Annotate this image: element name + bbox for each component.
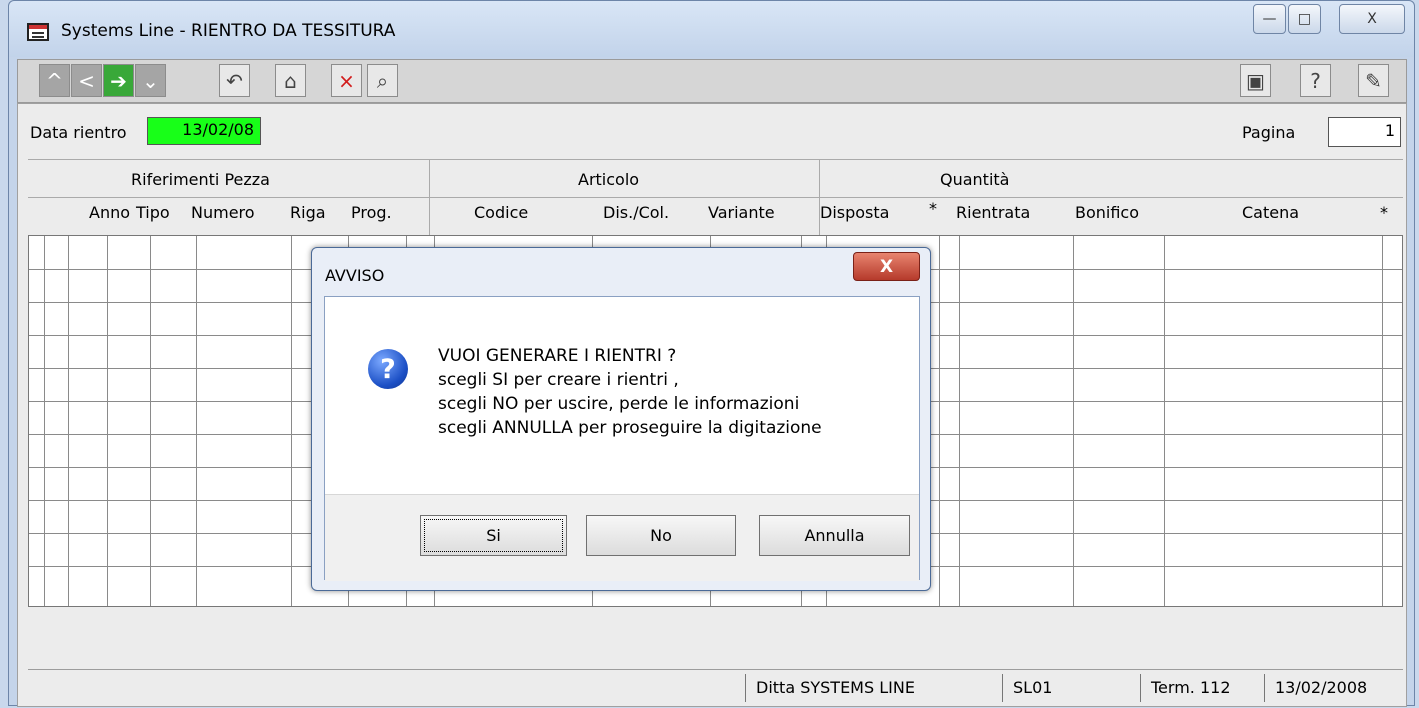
window-title: Systems Line - RIENTRO DA TESSITURA	[61, 21, 396, 41]
copy-icon[interactable]: ▣	[1240, 64, 1271, 97]
status-company: Ditta SYSTEMS LINE	[745, 674, 1002, 702]
next-record-button[interactable]: ➔	[103, 64, 134, 97]
column-riga: Riga	[290, 203, 326, 222]
status-terminal: Term. 112	[1140, 674, 1261, 702]
main-window: Systems Line - RIENTRO DA TESSITURA — □ …	[8, 0, 1415, 707]
app-window-icon	[27, 23, 49, 41]
group-riferimenti: Riferimenti Pezza	[131, 170, 270, 189]
question-icon: ?	[368, 349, 408, 389]
dialog-title: AVVISO	[325, 266, 385, 285]
column-anno: Anno	[89, 203, 131, 222]
column-catena: Catena	[1242, 203, 1300, 222]
column-disposta: Disposta	[820, 203, 890, 222]
column-codice: Codice	[474, 203, 529, 222]
first-record-button[interactable]: ^	[39, 64, 70, 97]
column-numero: Numero	[191, 203, 255, 222]
message-line-2: scegli SI per creare i rientri ,	[438, 370, 679, 390]
column-bonifico: Bonifico	[1075, 203, 1140, 222]
toolbar: ^ < ➔ ⌄ ↶ ⌂ × ⌕ ▣ ? ✎	[17, 59, 1407, 103]
column-tipo: Tipo	[136, 203, 170, 222]
dialog-close-button[interactable]: X	[853, 252, 920, 281]
dialog-message: VUOI GENERARE I RIENTRI ? scegli SI per …	[438, 344, 898, 440]
search-icon[interactable]: ⌕	[367, 64, 398, 97]
status-code: SL01	[1002, 674, 1137, 702]
table-header: Riferimenti Pezza Articolo Quantità Anno…	[28, 159, 1403, 235]
confirmation-dialog: AVVISO X ? VUOI GENERARE I RIENTRI ? sce…	[311, 247, 931, 591]
help-icon[interactable]: ?	[1300, 64, 1331, 97]
column-dis-col: Dis./Col.	[603, 203, 670, 222]
page-field[interactable]: 1	[1328, 117, 1401, 147]
last-record-button[interactable]: ⌄	[135, 64, 166, 97]
no-button[interactable]: No	[586, 515, 736, 556]
group-articolo: Articolo	[578, 170, 640, 189]
title-bar[interactable]: Systems Line - RIENTRO DA TESSITURA — □ …	[9, 1, 1414, 57]
status-bar: Ditta SYSTEMS LINE SL01 Term. 112 13/02/…	[28, 669, 1403, 704]
exit-icon[interactable]: ✎	[1358, 64, 1389, 97]
home-icon[interactable]: ⌂	[275, 64, 306, 97]
group-quantita: Quantità	[940, 170, 1010, 189]
yes-button[interactable]: Si	[420, 515, 567, 556]
date-field[interactable]: 13/02/08	[147, 117, 261, 145]
status-date: 13/02/2008	[1264, 674, 1401, 702]
page-label: Pagina	[1242, 123, 1296, 142]
minimize-button[interactable]: —	[1253, 4, 1286, 34]
column-prog: Prog.	[351, 203, 392, 222]
date-label: Data rientro	[30, 123, 127, 142]
close-button[interactable]: X	[1339, 4, 1405, 34]
delete-icon[interactable]: ×	[331, 64, 362, 97]
column-rientrata: Rientrata	[956, 203, 1031, 222]
column-variante: Variante	[708, 203, 775, 222]
message-line-1: VUOI GENERARE I RIENTRI ?	[438, 346, 677, 366]
column-flag: *	[929, 199, 937, 218]
cancel-button[interactable]: Annulla	[759, 515, 910, 556]
message-line-3: scegli NO per uscire, perde le informazi…	[438, 394, 800, 414]
undo-icon[interactable]: ↶	[219, 64, 250, 97]
column-flag-2: *	[1380, 203, 1388, 222]
dialog-body: ? VUOI GENERARE I RIENTRI ? scegli SI pe…	[324, 296, 920, 581]
maximize-button[interactable]: □	[1288, 4, 1321, 34]
message-line-4: scegli ANNULLA per proseguire la digitaz…	[438, 418, 822, 438]
previous-record-button[interactable]: <	[71, 64, 102, 97]
